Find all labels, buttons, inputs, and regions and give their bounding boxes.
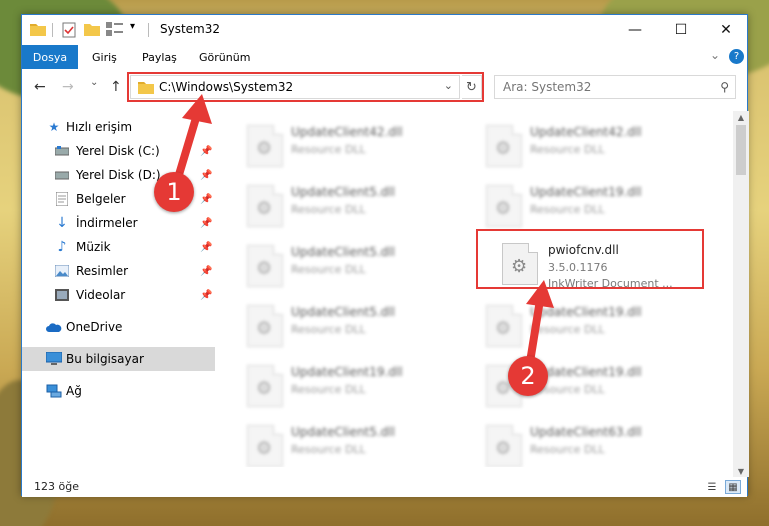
arrow-step-1 [174,94,212,182]
arrow-step-2 [526,280,554,366]
step-badge-2: 2 [508,356,548,396]
step-badge-1: 1 [154,172,194,212]
annotation-arrows [174,94,554,366]
